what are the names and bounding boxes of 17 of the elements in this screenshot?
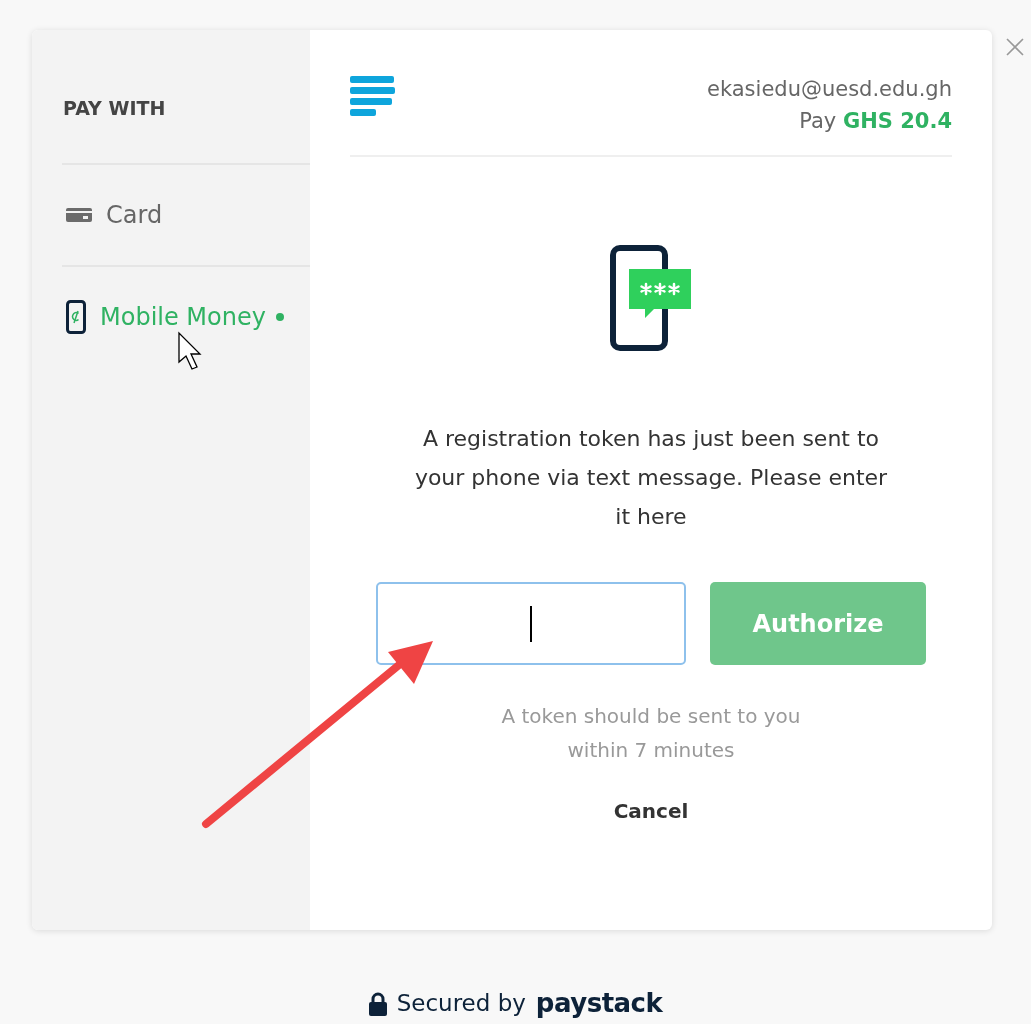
instruction-text: A registration token has just been sent to your phone via text message. Please enter it here — [413, 425, 889, 531]
secured-text: Secured by — [396, 989, 526, 1019]
selected-dot — [275, 312, 284, 321]
cancel-button[interactable]: Cancel — [607, 795, 695, 827]
token-field[interactable] — [376, 582, 686, 665]
cursor-icon — [178, 331, 202, 370]
card-icon — [66, 205, 92, 224]
phone-icon — [66, 299, 86, 334]
payment-method-item[interactable]: Card — [62, 162, 310, 265]
brand-text: paystack — [535, 987, 663, 1020]
close-icon[interactable] — [1006, 38, 1024, 56]
hint-text: A token should be sent to you within 7 minutes — [500, 703, 802, 764]
email-text: ekasiedu@uesd.edu.gh — [707, 76, 952, 103]
sidebar-title: PAY WITH — [63, 96, 167, 121]
amount-text: Pay GHS 20.4 — [798, 107, 952, 135]
lock-icon — [368, 991, 387, 1016]
phone-message-icon — [610, 245, 692, 353]
